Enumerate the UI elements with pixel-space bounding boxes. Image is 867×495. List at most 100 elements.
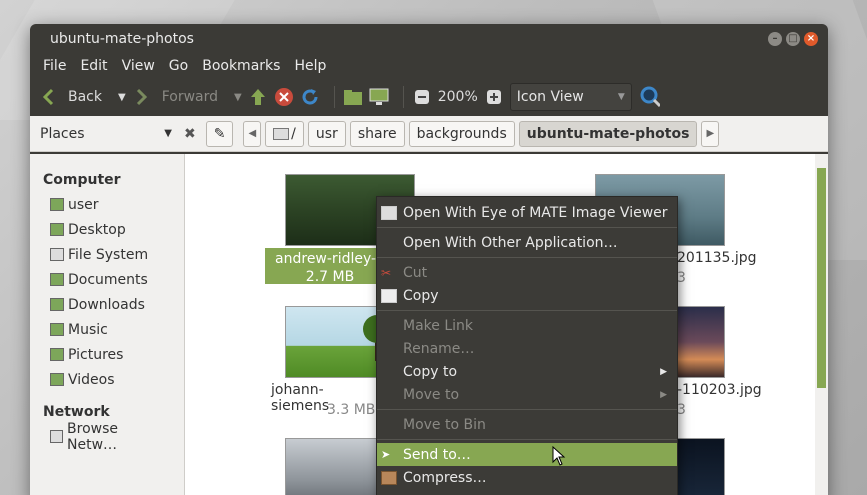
menu-item-label: Send to…	[403, 446, 471, 463]
forward-button[interactable]: Forward	[132, 87, 218, 107]
home-folder-icon	[50, 198, 64, 211]
sidebar-item-documents[interactable]: Documents	[30, 267, 184, 292]
chevron-down-icon: ▼	[164, 128, 172, 139]
minimize-button[interactable]: –	[768, 31, 782, 46]
menu-separator	[377, 409, 677, 410]
desktop-folder-icon	[50, 223, 64, 236]
up-arrow-icon[interactable]	[248, 87, 268, 107]
sidebar-item-label: user	[68, 196, 99, 213]
sidebar-item-label: Music	[68, 321, 108, 338]
menu-compress[interactable]: Compress…	[377, 466, 677, 489]
close-sidebar-icon[interactable]: ✖	[184, 126, 196, 142]
breadcrumb-usr[interactable]: usr	[307, 120, 346, 147]
sidebar-item-pictures[interactable]: Pictures	[30, 342, 184, 367]
sidebar-item-label: Downloads	[68, 296, 145, 313]
breadcrumb-share-label: share	[357, 125, 397, 142]
menu-send-to[interactable]: ➤ Send to…	[377, 443, 677, 466]
maximize-button[interactable]: □	[786, 31, 800, 46]
menu-edit[interactable]: Edit	[73, 58, 114, 74]
menu-open-with-eom[interactable]: Open With Eye of MATE Image Viewer	[377, 201, 677, 224]
sidebar-item-file-system[interactable]: File System	[30, 242, 184, 267]
menu-help[interactable]: Help	[287, 58, 333, 74]
file-size: 3.3 MB	[327, 402, 376, 418]
toolbar: Back ▼ Forward ▼ 200% Icon View ▼	[30, 78, 828, 116]
breadcrumb-usr-label: usr	[315, 125, 338, 142]
back-history-dropdown-icon[interactable]: ▼	[118, 92, 126, 103]
file-name[interactable]: -110203.jpg	[677, 382, 767, 398]
sidebar-item-label: File System	[68, 246, 149, 263]
send-icon: ➤	[381, 447, 391, 461]
forward-history-dropdown-icon[interactable]: ▼	[234, 92, 242, 103]
sidebar-item-music[interactable]: Music	[30, 317, 184, 342]
location-bar: Places ▼ ✖ ✎ ◀ / usr share backgrounds u…	[30, 116, 828, 152]
breadcrumb-current[interactable]: ubuntu-mate-photos	[518, 120, 698, 147]
menu-copy-to[interactable]: Copy to ▶	[377, 360, 677, 383]
menu-item-label: Move to	[403, 386, 460, 403]
mouse-pointer-icon	[552, 445, 566, 470]
back-button[interactable]: Back	[38, 87, 102, 107]
edit-location-button[interactable]: ✎	[205, 120, 234, 147]
menu-move-to[interactable]: Move to ▶	[377, 383, 677, 406]
breadcrumb-scroll-right[interactable]: ▶	[701, 120, 720, 147]
menu-copy[interactable]: Copy	[377, 284, 677, 307]
back-arrow-icon	[38, 87, 58, 107]
menu-item-label: Copy	[403, 287, 439, 304]
file-size: 3	[677, 402, 686, 418]
menu-item-label: Cut	[403, 264, 428, 281]
sidebar-item-downloads[interactable]: Downloads	[30, 292, 184, 317]
menu-file[interactable]: File	[36, 58, 73, 74]
back-label: Back	[68, 89, 102, 105]
sidebar-item-videos[interactable]: Videos	[30, 367, 184, 392]
breadcrumb-share[interactable]: share	[349, 120, 405, 147]
menu-make-link[interactable]: Make Link	[377, 314, 677, 337]
titlebar[interactable]: ubuntu-mate-photos – □ ×	[30, 24, 828, 53]
window-controls: – □ ×	[768, 31, 818, 46]
sidebar-item-label: Videos	[68, 371, 115, 388]
sidebar-item-desktop[interactable]: Desktop	[30, 217, 184, 242]
file-name[interactable]: 201135.jpg	[677, 250, 757, 266]
documents-folder-icon	[50, 273, 64, 286]
menu-view[interactable]: View	[115, 58, 162, 74]
menu-move-to-bin[interactable]: Move to Bin	[377, 413, 677, 436]
breadcrumb-backgrounds-label: backgrounds	[416, 125, 507, 142]
scrollbar-thumb[interactable]	[817, 168, 826, 388]
pencil-icon: ✎	[213, 125, 226, 142]
breadcrumb-root-label: /	[291, 125, 296, 142]
places-label: Places	[40, 125, 85, 142]
submenu-arrow-icon: ▶	[660, 366, 667, 377]
sidebar-item-browse-network[interactable]: Browse Netw…	[30, 421, 184, 453]
menu-item-label: Make Link	[403, 317, 473, 334]
music-folder-icon	[50, 323, 64, 336]
zoom-out-icon[interactable]	[412, 87, 432, 107]
search-icon[interactable]	[640, 86, 660, 108]
zoom-in-icon[interactable]	[484, 87, 504, 107]
breadcrumb-root[interactable]: /	[265, 120, 304, 147]
menu-separator	[377, 227, 677, 228]
breadcrumb-scroll-left[interactable]: ◀	[243, 120, 262, 147]
breadcrumb-backgrounds[interactable]: backgrounds	[408, 120, 515, 147]
file-size: 3	[677, 270, 686, 286]
computer-icon[interactable]	[369, 87, 389, 107]
stop-icon[interactable]	[274, 87, 294, 107]
view-mode-select[interactable]: Icon View ▼	[509, 83, 632, 111]
menu-bookmarks[interactable]: Bookmarks	[195, 58, 287, 74]
menu-separator	[377, 439, 677, 440]
pictures-folder-icon	[50, 348, 64, 361]
toolbar-separator	[402, 86, 404, 108]
scissors-icon: ✂	[381, 265, 392, 280]
close-window-button[interactable]: ×	[804, 31, 818, 46]
menu-open-with-other[interactable]: Open With Other Application…	[377, 231, 677, 254]
menu-rename[interactable]: Rename…	[377, 337, 677, 360]
menu-cut[interactable]: ✂ Cut	[377, 261, 677, 284]
menu-item-label: Open With Eye of MATE Image Viewer	[403, 204, 668, 221]
home-folder-icon[interactable]	[343, 87, 363, 107]
sidebar-item-label: Desktop	[68, 221, 126, 238]
places-selector[interactable]: Places ▼	[40, 126, 180, 142]
menu-go[interactable]: Go	[162, 58, 195, 74]
breadcrumb-current-label: ubuntu-mate-photos	[526, 125, 690, 142]
reload-icon[interactable]	[300, 87, 320, 107]
menu-item-label: Copy to	[403, 363, 458, 380]
vertical-scrollbar[interactable]	[815, 154, 828, 495]
sidebar-item-user[interactable]: user	[30, 192, 184, 217]
zoom-level[interactable]: 200%	[438, 89, 478, 105]
